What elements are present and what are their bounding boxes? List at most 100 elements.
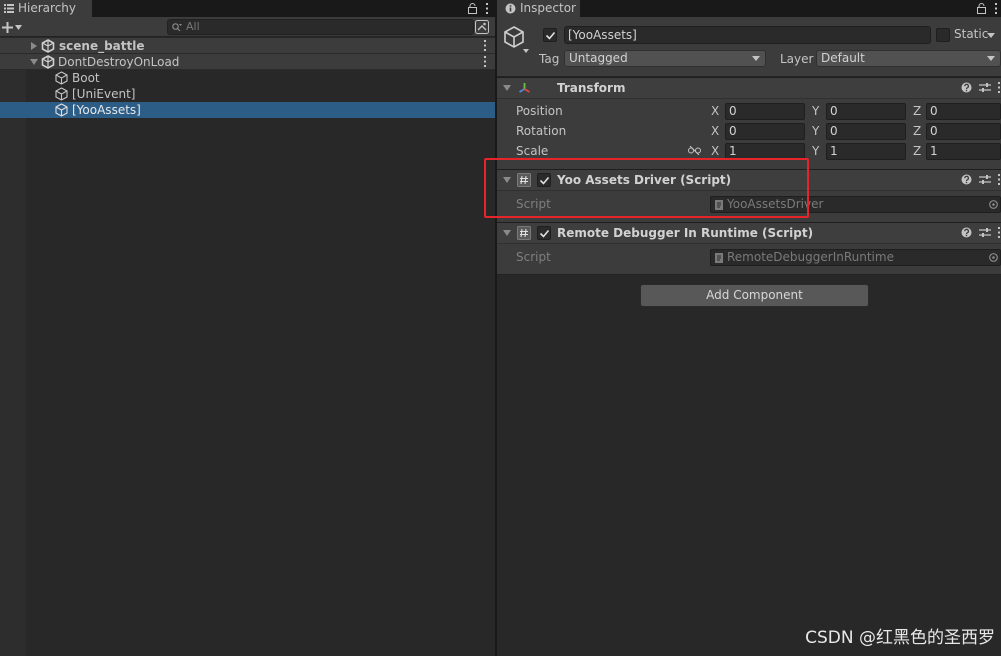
object-name-field[interactable]: [YooAssets] bbox=[564, 26, 931, 44]
dropdown-caret-icon bbox=[752, 56, 760, 61]
preset-settings-icon[interactable] bbox=[979, 82, 991, 93]
preset-settings-icon[interactable] bbox=[979, 227, 991, 238]
layer-value: Default bbox=[821, 51, 865, 65]
scale-label: Scale bbox=[516, 144, 549, 158]
checkmark-icon bbox=[545, 31, 556, 40]
gameobject-row-unievent[interactable]: [UniEvent] bbox=[0, 86, 495, 102]
static-dropdown-caret-icon[interactable] bbox=[987, 33, 995, 38]
transform-icon bbox=[519, 83, 530, 93]
scale-z-field[interactable]: 1 bbox=[926, 143, 1001, 160]
script-value: RemoteDebuggerInRuntime bbox=[727, 250, 894, 264]
layer-dropdown[interactable]: Default bbox=[816, 50, 1001, 67]
lock-icon[interactable] bbox=[977, 3, 986, 14]
gameobject-label: [UniEvent] bbox=[72, 87, 136, 101]
scene-row-dontdestroyonload[interactable]: DontDestroyOnLoad bbox=[0, 54, 495, 70]
tab-inspector-label: Inspector bbox=[520, 1, 576, 15]
axis-z-label: Z bbox=[913, 124, 922, 138]
script-file-icon bbox=[715, 253, 723, 263]
lock-icon[interactable] bbox=[468, 3, 477, 14]
component-header-icons bbox=[961, 82, 1001, 93]
list-icon bbox=[4, 4, 14, 13]
gameobject-cube-icon bbox=[55, 87, 68, 101]
search-input[interactable]: All bbox=[167, 19, 474, 35]
hierarchy-panel: Hierarchy All scene_battle DontDestroyOn… bbox=[0, 0, 495, 656]
constrain-proportions-icon[interactable] bbox=[688, 146, 701, 155]
component-title: Remote Debugger In Runtime (Script) bbox=[557, 226, 814, 240]
axis-z-label: Z bbox=[913, 144, 922, 158]
expand-arrow-icon[interactable] bbox=[31, 42, 37, 50]
component-header-icons bbox=[961, 227, 1001, 238]
axis-x-label: X bbox=[711, 104, 720, 118]
position-z-field[interactable]: 0 bbox=[926, 103, 1001, 120]
rotation-z-field[interactable]: 0 bbox=[926, 123, 1001, 140]
gameobject-label: [YooAssets] bbox=[72, 103, 141, 117]
scene-label: DontDestroyOnLoad bbox=[58, 55, 180, 69]
help-icon[interactable] bbox=[961, 174, 972, 185]
gameobject-large-icon[interactable] bbox=[503, 25, 533, 55]
active-checkbox[interactable] bbox=[543, 28, 557, 42]
component-header-icons bbox=[961, 174, 1001, 185]
fold-arrow-icon[interactable] bbox=[503, 85, 511, 91]
tab-inspector[interactable]: Inspector bbox=[497, 0, 580, 17]
rotation-label: Rotation bbox=[516, 124, 567, 138]
object-picker-icon[interactable] bbox=[989, 253, 998, 262]
tab-hierarchy[interactable]: Hierarchy bbox=[0, 0, 92, 17]
axis-y-label: Y bbox=[812, 144, 820, 158]
watermark-text: CSDN @红黑色的圣西罗 bbox=[805, 628, 995, 648]
axis-x-label: X bbox=[711, 124, 720, 138]
script-label: Script bbox=[516, 250, 551, 264]
axis-x-label: X bbox=[711, 144, 720, 158]
hierarchy-tab-icons bbox=[468, 0, 489, 17]
rotation-y-field[interactable]: 0 bbox=[826, 123, 906, 140]
help-icon[interactable] bbox=[961, 227, 972, 238]
unity-scene-icon bbox=[41, 55, 55, 69]
component-enabled-checkbox[interactable] bbox=[537, 226, 551, 240]
fold-arrow-icon[interactable] bbox=[503, 230, 511, 236]
scene-label: scene_battle bbox=[59, 39, 145, 53]
gameobject-cube-icon bbox=[55, 71, 68, 85]
kebab-menu-icon[interactable] bbox=[486, 3, 489, 14]
static-checkbox[interactable] bbox=[936, 28, 950, 42]
rotation-x-field[interactable]: 0 bbox=[725, 123, 805, 140]
gameobject-row-yooassets[interactable]: [YooAssets] bbox=[0, 102, 495, 118]
tag-dropdown[interactable]: Untagged bbox=[564, 50, 766, 67]
axis-y-label: Y bbox=[812, 124, 820, 138]
transform-title: Transform bbox=[557, 81, 626, 95]
kebab-menu-icon[interactable] bbox=[995, 3, 998, 14]
search-placeholder: All bbox=[186, 20, 200, 33]
component-body-remotedebugger: Script RemoteDebuggerInRuntime bbox=[497, 244, 1001, 275]
unity-scene-icon bbox=[41, 39, 55, 53]
dropdown-caret-icon bbox=[15, 24, 22, 30]
position-label: Position bbox=[516, 104, 563, 118]
search-icon bbox=[172, 23, 182, 31]
kebab-menu-icon[interactable] bbox=[484, 56, 487, 67]
inspector-tab-icons bbox=[977, 0, 998, 17]
scale-y-field[interactable]: 1 bbox=[826, 143, 906, 160]
create-button[interactable] bbox=[2, 19, 26, 35]
help-icon[interactable] bbox=[961, 82, 972, 93]
script-hash-icon bbox=[517, 226, 531, 240]
hierarchy-tabbar: Hierarchy bbox=[0, 0, 495, 17]
gameobject-label: Boot bbox=[72, 71, 100, 85]
collapse-arrow-icon[interactable] bbox=[30, 59, 38, 65]
object-picker-icon[interactable] bbox=[989, 200, 998, 209]
scene-visibility-icon[interactable] bbox=[474, 19, 490, 35]
scene-row-scene-battle[interactable]: scene_battle bbox=[0, 38, 495, 54]
tab-hierarchy-label: Hierarchy bbox=[18, 1, 77, 15]
tag-label: Tag bbox=[539, 52, 560, 66]
plus-icon bbox=[2, 21, 13, 33]
axis-y-label: Y bbox=[812, 104, 820, 118]
transform-header[interactable]: Transform bbox=[497, 77, 1001, 99]
inspector-panel: Inspector [YooAssets] Static Tag Untagge… bbox=[497, 0, 1001, 656]
script-object-field[interactable]: RemoteDebuggerInRuntime bbox=[710, 249, 1001, 266]
hierarchy-gutter bbox=[0, 38, 26, 656]
axis-z-label: Z bbox=[913, 104, 922, 118]
component-header-remotedebugger[interactable]: Remote Debugger In Runtime (Script) bbox=[497, 222, 1001, 244]
position-y-field[interactable]: 0 bbox=[826, 103, 906, 120]
position-x-field[interactable]: 0 bbox=[725, 103, 805, 120]
add-component-button[interactable]: Add Component bbox=[640, 284, 869, 307]
kebab-menu-icon[interactable] bbox=[484, 40, 487, 51]
gameobject-row-boot[interactable]: Boot bbox=[0, 70, 495, 86]
tag-value: Untagged bbox=[569, 51, 628, 65]
preset-settings-icon[interactable] bbox=[979, 174, 991, 185]
